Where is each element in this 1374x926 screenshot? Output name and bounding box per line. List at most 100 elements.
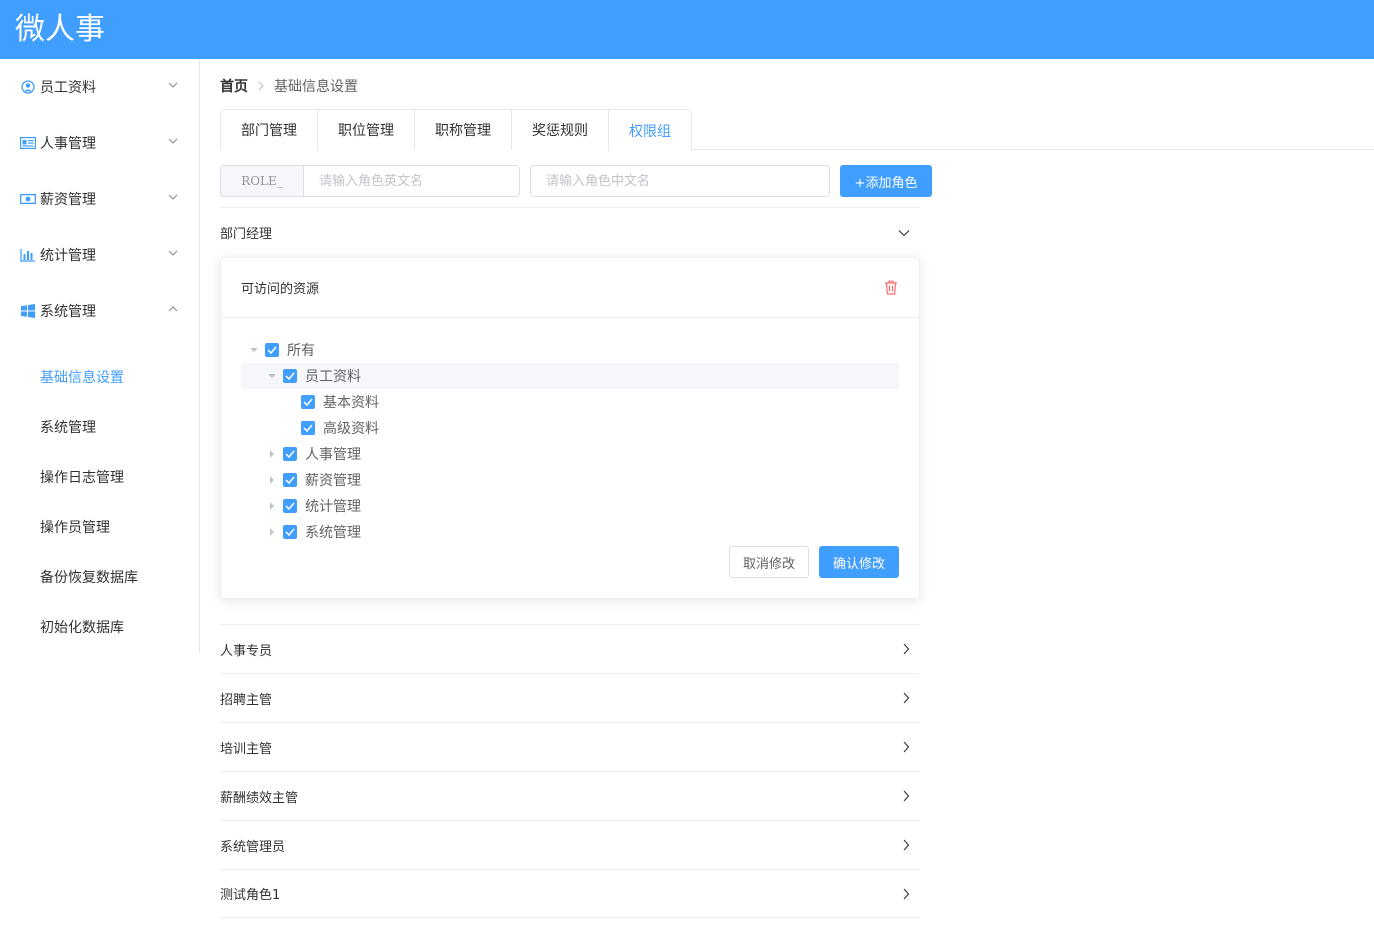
- tab-department[interactable]: 部门管理: [221, 110, 317, 150]
- sidebar-item-operators[interactable]: 操作员管理: [0, 502, 199, 552]
- tree-node-system[interactable]: 系统管理: [241, 519, 899, 545]
- sidebar-menu-label: 薪资管理: [40, 192, 96, 208]
- checkbox-checked[interactable]: [283, 369, 297, 383]
- role-prefix: ROLE_: [220, 165, 303, 197]
- role-name: 系统管理员: [220, 839, 286, 855]
- cancel-button[interactable]: 取消修改: [729, 546, 809, 578]
- caret-right-icon[interactable]: [265, 441, 279, 467]
- tree-node-label: 所有: [287, 343, 315, 359]
- card-header: 可访问的资源: [221, 258, 919, 318]
- checkbox-checked[interactable]: [301, 395, 315, 409]
- checkbox-checked[interactable]: [283, 473, 297, 487]
- chevron-down-icon: [168, 82, 178, 88]
- tab-bar: 部门管理 职位管理 职称管理 奖惩规则 权限组: [220, 109, 692, 151]
- tree-node-salary[interactable]: 薪资管理: [241, 467, 899, 493]
- chevron-right-icon: [903, 839, 910, 851]
- tab-position[interactable]: 职位管理: [317, 110, 414, 150]
- role-item[interactable]: 人事专员: [220, 624, 920, 673]
- tree-node-label: 高级资料: [323, 421, 379, 437]
- breadcrumb: 首页 基础信息设置: [220, 76, 358, 96]
- id-card-icon: [20, 135, 36, 151]
- tab-job-title[interactable]: 职称管理: [414, 110, 511, 150]
- sidebar-item-init-db[interactable]: 初始化数据库: [0, 602, 199, 652]
- checkbox-checked[interactable]: [301, 421, 315, 435]
- chevron-right-icon: [903, 692, 910, 704]
- sidebar-menu-label: 统计管理: [40, 248, 96, 264]
- chevron-up-icon: [168, 306, 178, 312]
- caret-right-icon[interactable]: [265, 519, 279, 545]
- role-name: 部门经理: [220, 226, 273, 242]
- tree-node-statistics[interactable]: 统计管理: [241, 493, 899, 519]
- role-name: 测试角色1: [220, 888, 281, 903]
- role-item[interactable]: 测试角色1: [220, 869, 920, 918]
- breadcrumb-current: 基础信息设置: [274, 79, 358, 95]
- breadcrumb-home[interactable]: 首页: [220, 76, 248, 96]
- caret-right-icon[interactable]: [265, 493, 279, 519]
- role-item[interactable]: 招聘主管: [220, 673, 920, 722]
- role-item[interactable]: 培训主管: [220, 722, 920, 771]
- role-name: 招聘主管: [220, 692, 273, 708]
- tree-node-advanced-info[interactable]: 高级资料: [241, 415, 899, 441]
- sidebar: 员工资料 人事管理 薪资管理 统计管理 系统管理 基础信息设置 系统管理 操作日…: [0, 59, 200, 653]
- sidebar-menu-system[interactable]: 系统管理: [0, 283, 199, 339]
- sidebar-menu-label: 员工资料: [40, 80, 96, 96]
- tree-node-personnel[interactable]: 人事管理: [241, 441, 899, 467]
- caret-right-icon[interactable]: [265, 467, 279, 493]
- tree-node-label: 员工资料: [305, 369, 361, 385]
- tree-node-basic-info[interactable]: 基本资料: [241, 389, 899, 415]
- checkbox-checked[interactable]: [283, 499, 297, 513]
- tree-node-employee[interactable]: 员工资料: [241, 363, 899, 389]
- sidebar-item-backup-restore[interactable]: 备份恢复数据库: [0, 552, 199, 602]
- sidebar-menu-label: 系统管理: [40, 304, 96, 320]
- chevron-right-icon: [903, 790, 910, 802]
- role-list: 人事专员 招聘主管 培训主管 薪酬绩效主管 系统管理员 测试角色1: [220, 624, 920, 918]
- caret-down-icon[interactable]: [247, 337, 261, 363]
- bar-chart-icon: [20, 247, 36, 263]
- role-name: 人事专员: [220, 643, 273, 659]
- chevron-down-icon: [168, 250, 178, 256]
- sidebar-item-basic-info[interactable]: 基础信息设置: [0, 352, 199, 402]
- sidebar-menu-personnel[interactable]: 人事管理: [0, 115, 199, 171]
- sidebar-menu-salary[interactable]: 薪资管理: [0, 171, 199, 227]
- role-item[interactable]: 系统管理员: [220, 820, 920, 869]
- tree-node-label: 人事管理: [305, 447, 361, 463]
- top-bar: 微人事: [0, 0, 1374, 59]
- sidebar-menu-employee[interactable]: 员工资料: [0, 59, 199, 115]
- role-header-expanded[interactable]: 部门经理: [220, 207, 920, 256]
- user-circle-icon: [20, 79, 36, 95]
- tab-permission-group[interactable]: 权限组: [608, 110, 691, 151]
- chevron-right-icon: [903, 741, 910, 753]
- sidebar-menu-label: 人事管理: [40, 136, 96, 152]
- role-item[interactable]: 薪酬绩效主管: [220, 771, 920, 820]
- role-en-group: ROLE_: [220, 165, 520, 197]
- checkbox-checked[interactable]: [283, 525, 297, 539]
- chevron-right-icon: [257, 81, 265, 91]
- caret-down-icon[interactable]: [265, 363, 279, 389]
- checkbox-checked[interactable]: [265, 343, 279, 357]
- chevron-down-icon: [168, 138, 178, 144]
- delete-icon[interactable]: [884, 280, 898, 295]
- tab-rewards[interactable]: 奖惩规则: [511, 110, 608, 150]
- role-name: 薪酬绩效主管: [220, 790, 299, 806]
- role-en-input[interactable]: [303, 165, 520, 197]
- app-title: 微人事: [15, 12, 105, 47]
- sidebar-item-operation-log[interactable]: 操作日志管理: [0, 452, 199, 502]
- chevron-down-icon: [898, 230, 910, 237]
- card-title: 可访问的资源: [241, 282, 320, 297]
- tree-node-label: 基本资料: [323, 395, 379, 411]
- role-collapse: 部门经理: [220, 207, 920, 256]
- chevron-right-icon: [903, 643, 910, 655]
- sidebar-menu-statistics[interactable]: 统计管理: [0, 227, 199, 283]
- tree-node-label: 系统管理: [305, 525, 361, 541]
- sidebar-item-system-manage[interactable]: 系统管理: [0, 402, 199, 452]
- role-name: 培训主管: [220, 741, 273, 757]
- chevron-right-icon: [903, 888, 910, 900]
- confirm-button[interactable]: 确认修改: [819, 546, 899, 578]
- money-icon: [20, 191, 36, 207]
- role-zh-input[interactable]: [530, 165, 830, 197]
- checkbox-checked[interactable]: [283, 447, 297, 461]
- add-role-button[interactable]: +添加角色: [840, 165, 932, 197]
- chevron-down-icon: [168, 194, 178, 200]
- windows-icon: [20, 303, 36, 319]
- tree-node-all[interactable]: 所有: [241, 337, 899, 363]
